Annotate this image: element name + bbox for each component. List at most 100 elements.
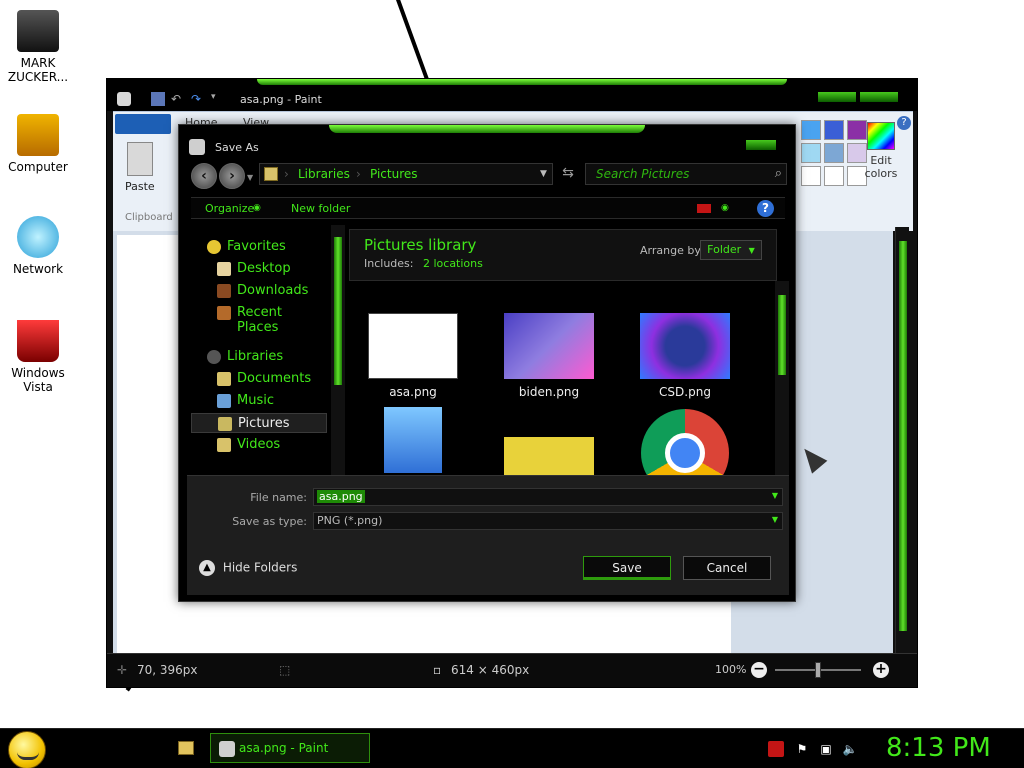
address-bar[interactable]: › Libraries › Pictures ▼ bbox=[259, 163, 553, 185]
edit-colors-button[interactable]: Edit colors bbox=[861, 122, 901, 180]
nav-recent-places[interactable]: Recent Places bbox=[191, 303, 327, 335]
nav-pictures[interactable]: Pictures bbox=[191, 413, 327, 433]
paint-menu-button[interactable] bbox=[115, 114, 171, 134]
minimize-button[interactable] bbox=[817, 91, 857, 103]
undo-icon[interactable]: ↶ bbox=[171, 92, 185, 106]
recycle-bin-icon bbox=[17, 320, 59, 362]
new-folder-button[interactable]: New folder bbox=[291, 202, 350, 215]
canvas-vertical-scrollbar[interactable] bbox=[895, 227, 909, 653]
smiley-icon bbox=[17, 752, 39, 760]
start-button[interactable] bbox=[8, 731, 46, 768]
search-placeholder: Search Pictures bbox=[596, 167, 690, 181]
save-as-dialog: Save As ‹ › ▼ › Libraries › Pictures ▼ ⇆… bbox=[178, 124, 796, 602]
clock[interactable]: 8:13 PM bbox=[886, 733, 991, 763]
user-folder-icon bbox=[17, 10, 59, 52]
color-swatch[interactable] bbox=[801, 143, 821, 163]
paste-label: Paste bbox=[125, 180, 155, 193]
nav-label: Documents bbox=[237, 371, 312, 386]
desktop-icon-computer[interactable]: Computer bbox=[0, 114, 76, 174]
file-item[interactable]: CSD.png bbox=[625, 313, 745, 399]
library-includes: Includes: 2 locations bbox=[364, 257, 483, 270]
organize-button[interactable]: Organize bbox=[205, 202, 254, 215]
nav-desktop[interactable]: Desktop bbox=[191, 259, 327, 279]
save-type-label: Save as type: bbox=[232, 515, 307, 528]
redo-icon[interactable]: ↷ bbox=[191, 92, 205, 106]
search-icon[interactable]: ⌕ bbox=[775, 166, 782, 181]
image-dimensions: 614 × 460px bbox=[451, 663, 530, 677]
zoom-slider-thumb[interactable] bbox=[815, 662, 821, 678]
scrollbar-thumb[interactable] bbox=[334, 237, 342, 385]
window-title: asa.png - Paint bbox=[240, 93, 322, 106]
file-name-field[interactable]: asa.png ▼ bbox=[313, 488, 783, 506]
search-input[interactable]: Search Pictures ⌕ bbox=[585, 163, 787, 185]
locations-link[interactable]: 2 locations bbox=[423, 257, 483, 270]
breadcrumb-pictures[interactable]: Pictures bbox=[370, 167, 418, 181]
file-item[interactable] bbox=[625, 409, 745, 475]
paint-app-icon bbox=[219, 741, 235, 757]
desktop-icon-network[interactable]: Network bbox=[0, 216, 76, 276]
scrollbar-thumb[interactable] bbox=[899, 241, 907, 631]
zoom-out-button[interactable]: − bbox=[751, 662, 767, 678]
close-button[interactable] bbox=[745, 139, 777, 151]
nav-videos[interactable]: Videos bbox=[191, 435, 327, 455]
hide-folders-button[interactable]: ▲ Hide Folders bbox=[199, 560, 297, 576]
change-view-icon[interactable] bbox=[697, 204, 711, 213]
nav-libraries[interactable]: Libraries bbox=[191, 347, 327, 367]
refresh-icon[interactable]: ⇆ bbox=[559, 165, 577, 183]
network-tray-icon[interactable]: ▣ bbox=[818, 741, 834, 757]
action-center-flag-icon[interactable]: ⚑ bbox=[794, 741, 810, 757]
desktop-icon-user[interactable]: MARK ZUCKER... bbox=[0, 10, 76, 84]
breadcrumb-libraries[interactable]: Libraries bbox=[298, 167, 350, 181]
nav-music[interactable]: Music bbox=[191, 391, 327, 411]
color-swatch[interactable] bbox=[824, 120, 844, 140]
file-item[interactable] bbox=[353, 407, 473, 475]
paste-button[interactable]: Paste bbox=[125, 142, 155, 193]
zoom-in-button[interactable]: + bbox=[873, 662, 889, 678]
help-icon[interactable]: ? bbox=[757, 200, 774, 217]
forward-button[interactable]: › bbox=[219, 163, 245, 189]
clipboard-icon bbox=[126, 142, 153, 176]
color-swatch[interactable] bbox=[824, 166, 844, 186]
color-swatch[interactable] bbox=[801, 120, 821, 140]
desktop-icon-recycle-bin[interactable]: Windows Vista bbox=[0, 320, 76, 394]
arrange-by-dropdown[interactable]: Folder ▼ bbox=[700, 240, 762, 260]
nav-label: Videos bbox=[237, 437, 281, 452]
nav-pane-scrollbar[interactable] bbox=[331, 225, 345, 475]
taskbar-item-paint[interactable]: asa.png - Paint bbox=[210, 733, 370, 763]
antivirus-tray-icon[interactable] bbox=[768, 741, 784, 757]
file-item[interactable]: biden.png bbox=[489, 313, 609, 399]
color-swatch[interactable] bbox=[824, 143, 844, 163]
file-list-scrollbar[interactable] bbox=[775, 281, 789, 475]
save-type-select[interactable]: PNG (*.png) ▼ bbox=[313, 512, 783, 530]
maximize-button[interactable] bbox=[859, 91, 899, 103]
scrollbar-thumb[interactable] bbox=[778, 295, 786, 375]
taskbar-item-label: asa.png - Paint bbox=[239, 741, 329, 755]
customize-quick-access-icon[interactable]: ▾ bbox=[211, 92, 225, 106]
hide-folders-label: Hide Folders bbox=[222, 560, 298, 575]
cancel-button[interactable]: Cancel bbox=[683, 556, 771, 580]
library-header: Pictures library Includes: 2 locations A… bbox=[349, 229, 777, 281]
chevron-down-icon: ▼ bbox=[748, 246, 755, 255]
includes-label: Includes: bbox=[364, 257, 414, 270]
chevron-down-icon[interactable]: ▼ bbox=[772, 491, 778, 500]
view-options-icon[interactable]: ◉ bbox=[721, 203, 729, 213]
explorer-quicklaunch-icon[interactable] bbox=[178, 741, 194, 755]
file-item[interactable]: asa.png bbox=[353, 313, 473, 399]
breadcrumb-separator-icon: › bbox=[284, 167, 289, 181]
save-icon[interactable] bbox=[151, 92, 165, 106]
chevron-down-icon[interactable]: ▼ bbox=[772, 515, 778, 524]
recent-places-icon bbox=[217, 306, 231, 320]
nav-documents[interactable]: Documents bbox=[191, 369, 327, 389]
color-spectrum-icon bbox=[867, 122, 895, 150]
nav-favorites[interactable]: Favorites bbox=[191, 237, 327, 257]
file-item[interactable] bbox=[489, 437, 609, 475]
back-button[interactable]: ‹ bbox=[191, 163, 217, 189]
nav-downloads[interactable]: Downloads bbox=[191, 281, 327, 301]
recent-locations-icon[interactable]: ▼ bbox=[247, 173, 253, 182]
color-swatch[interactable] bbox=[801, 166, 821, 186]
paint-app-icon[interactable] bbox=[117, 92, 131, 106]
taskbar: asa.png - Paint ⚑ ▣ 🔈 8:13 PM bbox=[0, 728, 1024, 768]
chevron-down-icon[interactable]: ▼ bbox=[540, 169, 547, 179]
save-button[interactable]: Save bbox=[583, 556, 671, 580]
volume-icon[interactable]: 🔈 bbox=[842, 741, 858, 757]
